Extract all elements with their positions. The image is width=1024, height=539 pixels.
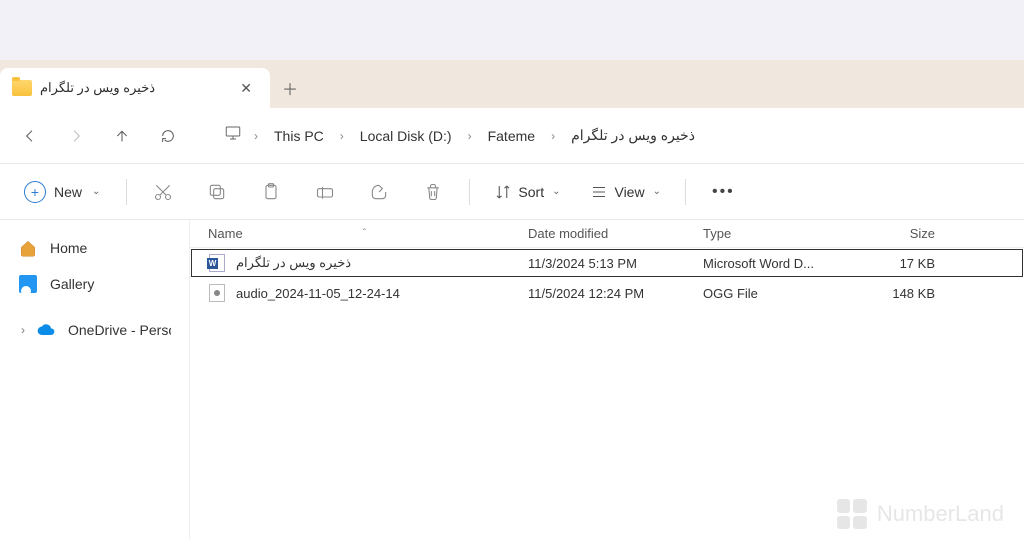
delete-button[interactable]: [415, 174, 451, 210]
file-name: audio_2024-11-05_12-24-14: [236, 286, 400, 301]
sort-button[interactable]: Sort ⌄: [488, 179, 566, 205]
watermark-text: NumberLand: [877, 501, 1004, 527]
folder-icon: [12, 80, 32, 96]
tab-bar: ذخیره ویس در تلگرام ✕ ＋: [0, 60, 1024, 108]
breadcrumb: › This PC › Local Disk (D:) › Fateme › ذ…: [216, 118, 1012, 154]
main-area: Home Gallery › OneDrive - Persona Name ˆ: [0, 220, 1024, 539]
more-button[interactable]: •••: [704, 179, 743, 205]
sidebar-item-label: Home: [50, 240, 87, 256]
share-button[interactable]: [361, 174, 397, 210]
navigation-toolbar: › This PC › Local Disk (D:) › Fateme › ذ…: [0, 108, 1024, 164]
new-button-label: New: [54, 184, 82, 200]
onedrive-icon: [36, 320, 56, 340]
back-button[interactable]: [12, 118, 48, 154]
sidebar-item-label: Gallery: [50, 276, 94, 292]
breadcrumb-item-thispc[interactable]: This PC: [270, 126, 328, 146]
sort-indicator-icon: ˆ: [363, 228, 366, 239]
file-type: OGG File: [703, 286, 851, 301]
new-button[interactable]: + New ⌄: [16, 177, 108, 207]
home-icon: [18, 238, 38, 258]
copy-button[interactable]: [199, 174, 235, 210]
column-label: Size: [910, 226, 935, 241]
columns-header: Name ˆ Date modified Type Size: [190, 220, 1024, 248]
column-label: Date modified: [528, 226, 608, 241]
chevron-down-icon: ⌄: [552, 186, 560, 197]
cut-button[interactable]: [145, 174, 181, 210]
column-header-date[interactable]: Date modified: [528, 226, 703, 241]
breadcrumb-item-current[interactable]: ذخیره ویس در تلگرام: [567, 125, 699, 146]
watermark: NumberLand: [837, 499, 1004, 529]
breadcrumb-item-fateme[interactable]: Fateme: [484, 126, 539, 146]
chevron-down-icon: ⌄: [653, 186, 661, 197]
file-date: 11/3/2024 5:13 PM: [528, 256, 703, 271]
gallery-icon: [18, 274, 38, 294]
file-type: Microsoft Word D...: [703, 256, 851, 271]
plus-icon: +: [24, 181, 46, 203]
chevron-right-icon: ›: [543, 129, 563, 143]
chevron-right-icon: ›: [460, 129, 480, 143]
column-label: Type: [703, 226, 731, 241]
rename-button[interactable]: [307, 174, 343, 210]
column-header-size[interactable]: Size: [851, 226, 943, 241]
refresh-button[interactable]: [150, 118, 186, 154]
paste-button[interactable]: [253, 174, 289, 210]
file-row[interactable]: ذخیره ویس در تلگرام 11/3/2024 5:13 PMMicr…: [190, 248, 1024, 278]
chevron-down-icon: ⌄: [92, 186, 100, 197]
tab-current[interactable]: ذخیره ویس در تلگرام ✕: [0, 68, 270, 108]
breadcrumb-item-localdisk[interactable]: Local Disk (D:): [356, 126, 456, 146]
sort-label: Sort: [518, 184, 544, 200]
file-size: 148 KB: [851, 286, 943, 301]
file-size: 17 KB: [851, 256, 943, 271]
sidebar: Home Gallery › OneDrive - Persona: [0, 220, 190, 539]
forward-button[interactable]: [58, 118, 94, 154]
up-button[interactable]: [104, 118, 140, 154]
separator: [685, 179, 686, 205]
separator: [469, 179, 470, 205]
sidebar-item-gallery[interactable]: Gallery: [4, 266, 185, 302]
separator: [126, 179, 127, 205]
audio-file-icon: [208, 283, 226, 303]
view-button[interactable]: View ⌄: [584, 179, 666, 205]
close-icon[interactable]: ✕: [234, 78, 258, 99]
view-label: View: [614, 184, 644, 200]
monitor-icon[interactable]: [224, 124, 242, 147]
column-header-type[interactable]: Type: [703, 226, 851, 241]
watermark-logo-icon: [837, 499, 867, 529]
chevron-right-icon: ›: [246, 129, 266, 143]
file-date: 11/5/2024 12:24 PM: [528, 286, 703, 301]
sidebar-item-onedrive[interactable]: › OneDrive - Persona: [4, 312, 185, 348]
new-tab-button[interactable]: ＋: [270, 68, 310, 108]
chevron-right-icon: ›: [332, 129, 352, 143]
file-row[interactable]: audio_2024-11-05_12-24-14 11/5/2024 12:24…: [190, 278, 1024, 308]
file-list: Name ˆ Date modified Type Size ذخیره ویس…: [190, 220, 1024, 539]
word-file-icon: [208, 253, 226, 273]
sidebar-item-home[interactable]: Home: [4, 230, 185, 266]
file-name: ذخیره ویس در تلگرام: [236, 255, 351, 271]
column-header-name[interactable]: Name ˆ: [208, 226, 528, 241]
sidebar-item-label: OneDrive - Persona: [68, 322, 171, 338]
column-label: Name: [208, 226, 243, 241]
chevron-right-icon[interactable]: ›: [18, 323, 28, 337]
action-toolbar: + New ⌄ Sort ⌄ View: [0, 164, 1024, 220]
tab-title: ذخیره ویس در تلگرام: [40, 80, 226, 96]
